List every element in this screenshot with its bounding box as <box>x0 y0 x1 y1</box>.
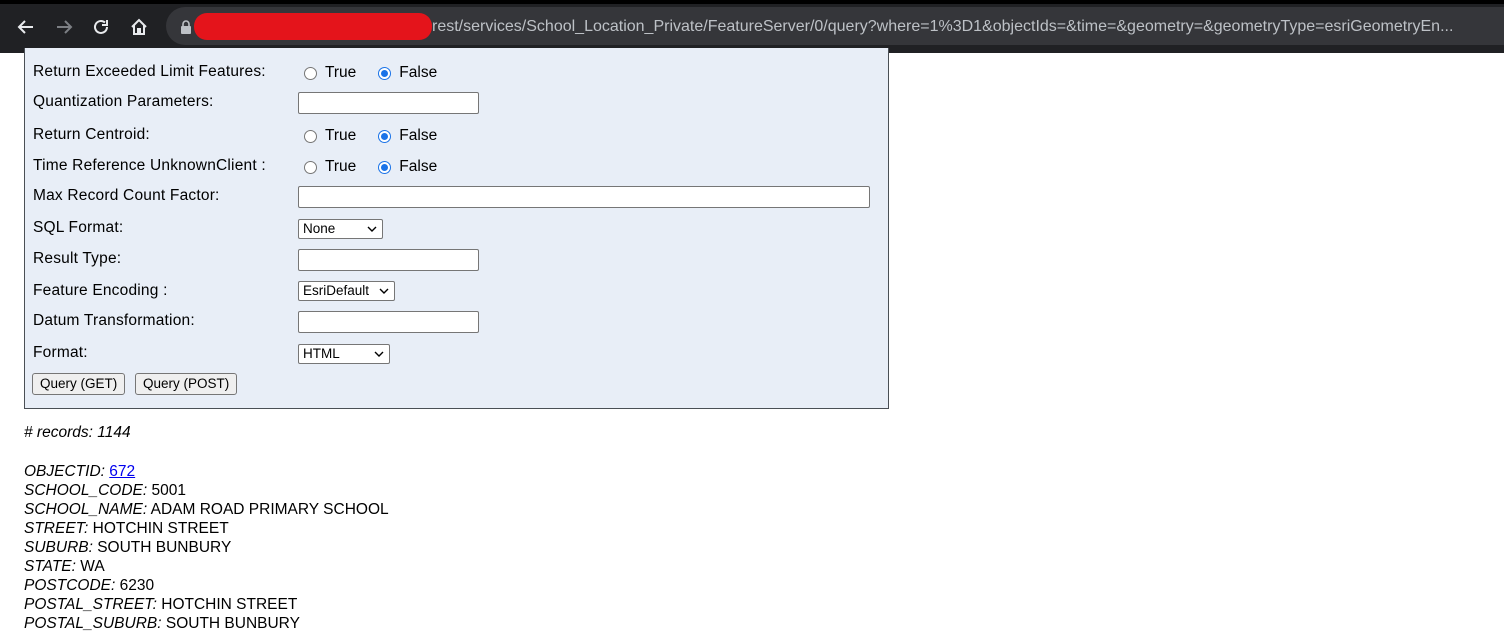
radio-false[interactable] <box>378 129 392 143</box>
radio-false-label: False <box>399 127 438 144</box>
return-exceeded-limit-radios: True False <box>304 64 459 82</box>
record-field-school-code: SCHOOL_CODE: 5001 <box>24 481 389 500</box>
radio-true[interactable] <box>304 129 317 143</box>
quantization-parameters-label: Quantization Parameters: <box>33 93 214 110</box>
field-value: HOTCHIN STREET <box>161 596 298 613</box>
datum-transformation-input[interactable] <box>298 311 479 333</box>
feature-encoding-value: EsriDefault <box>303 283 370 298</box>
radio-true-label: True <box>325 127 357 144</box>
record-field-postal-suburb: POSTAL_SUBURB: SOUTH BUNBURY <box>24 614 389 633</box>
radio-true-label: True <box>325 64 357 81</box>
arrow-left-icon <box>17 20 33 34</box>
time-reference-radios: True False <box>304 158 459 176</box>
record-field-suburb: SUBURB: SOUTH BUNBURY <box>24 538 389 557</box>
home-button[interactable] <box>126 14 152 40</box>
home-icon <box>131 18 147 35</box>
field-value: SOUTH BUNBURY <box>165 615 300 632</box>
query-get-button[interactable]: Query (GET) <box>32 373 126 395</box>
result-type-input[interactable] <box>298 249 479 271</box>
radio-false[interactable] <box>378 66 392 80</box>
field-value: SOUTH BUNBURY <box>97 539 232 556</box>
records-count-value: 1144 <box>97 424 131 441</box>
records-count: # records: 1144 <box>24 424 131 442</box>
field-key: OBJECTID: <box>24 463 105 480</box>
query-post-button[interactable]: Query (POST) <box>135 373 238 395</box>
format-select[interactable]: HTML <box>298 344 390 364</box>
radio-true[interactable] <box>304 66 317 80</box>
field-value: 6230 <box>119 577 155 594</box>
field-value: 5001 <box>151 482 186 499</box>
radio-false-label: False <box>399 64 438 81</box>
sql-format-label: SQL Format: <box>33 219 124 236</box>
query-form: Return Exceeded Limit Features: True Fal… <box>24 48 889 409</box>
return-centroid-radios: True False <box>304 127 459 145</box>
datum-transformation-label: Datum Transformation: <box>33 312 195 329</box>
result-type-label: Result Type: <box>33 250 122 267</box>
field-key: POSTCODE: <box>24 577 116 594</box>
max-record-count-factor-label: Max Record Count Factor: <box>33 187 220 204</box>
format-value: HTML <box>303 346 340 361</box>
record-field-postal-street: POSTAL_STREET: HOTCHIN STREET <box>24 595 389 614</box>
back-button[interactable] <box>13 14 39 40</box>
chevron-down-icon <box>374 351 384 357</box>
feature-encoding-select[interactable]: EsriDefault <box>298 281 395 301</box>
record-field-postcode: POSTCODE: 6230 <box>24 576 389 595</box>
feature-encoding-label: Feature Encoding : <box>33 282 168 299</box>
record-field-school-name: SCHOOL_NAME: ADAM ROAD PRIMARY SCHOOL <box>24 500 389 519</box>
radio-false-label: False <box>399 158 438 175</box>
field-key: STATE: <box>24 558 76 575</box>
radio-true-label: True <box>325 158 357 175</box>
chevron-down-icon <box>367 226 377 232</box>
return-exceeded-limit-label: Return Exceeded Limit Features: <box>33 63 266 80</box>
redacted-host <box>194 13 432 40</box>
reload-icon <box>94 19 108 34</box>
sql-format-value: None <box>303 221 336 236</box>
radio-true[interactable] <box>304 160 317 174</box>
field-key: POSTAL_SUBURB: <box>24 615 162 632</box>
field-key: STREET: <box>24 520 89 537</box>
chevron-down-icon <box>379 288 389 294</box>
quantization-parameters-input[interactable] <box>298 92 479 114</box>
radio-false[interactable] <box>378 160 392 174</box>
time-reference-unknown-client-label: Time Reference UnknownClient : <box>33 157 266 174</box>
record-field-objectid: OBJECTID: 672 <box>24 462 389 481</box>
field-key: SCHOOL_NAME: <box>24 501 148 518</box>
url-text[interactable]: rest/services/School_Location_Private/Fe… <box>432 15 1496 39</box>
field-key: SUBURB: <box>24 539 93 556</box>
tab-strip <box>0 0 1504 4</box>
forward-button[interactable] <box>51 14 77 40</box>
max-record-count-factor-input[interactable] <box>298 186 870 208</box>
arrow-right-icon <box>57 20 73 34</box>
record-field-state: STATE: WA <box>24 557 389 576</box>
objectid-link[interactable]: 672 <box>109 463 135 480</box>
record: OBJECTID: 672 SCHOOL_CODE: 5001 SCHOOL_N… <box>24 462 389 633</box>
format-label: Format: <box>33 344 88 361</box>
field-value: ADAM ROAD PRIMARY SCHOOL <box>150 501 389 518</box>
field-value: HOTCHIN STREET <box>92 520 229 537</box>
field-value: WA <box>80 558 105 575</box>
field-key: SCHOOL_CODE: <box>24 482 148 499</box>
field-key: POSTAL_STREET: <box>24 596 157 613</box>
sql-format-select[interactable]: None <box>298 219 383 239</box>
record-field-street: STREET: HOTCHIN STREET <box>24 519 389 538</box>
records-label: # records: <box>24 424 93 441</box>
browser-toolbar: rest/services/School_Location_Private/Fe… <box>0 0 1504 53</box>
reload-button[interactable] <box>88 14 114 40</box>
return-centroid-label: Return Centroid: <box>33 126 150 143</box>
lock-icon <box>180 20 192 34</box>
